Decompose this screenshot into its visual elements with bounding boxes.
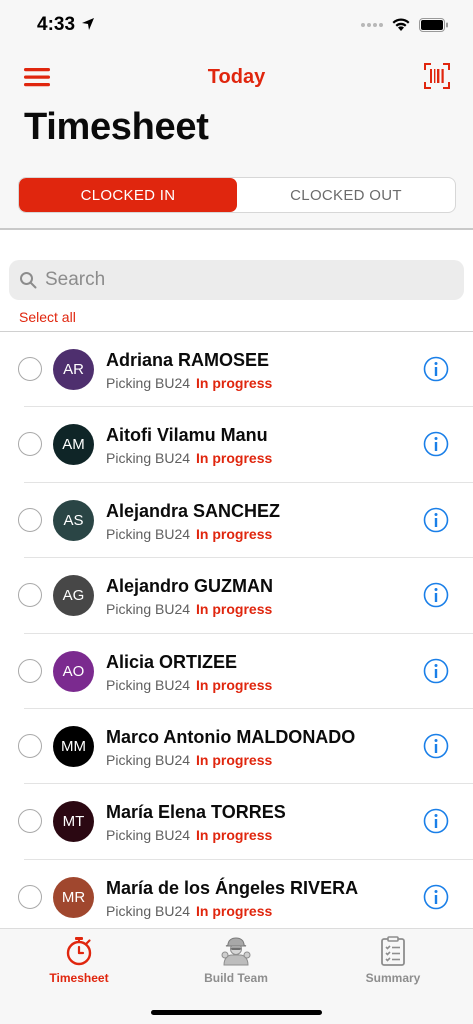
employee-status: In progress <box>196 450 273 467</box>
list-item[interactable]: AR Adriana RAMOSEE Picking BU24 In progre… <box>0 332 473 408</box>
avatar: AG <box>53 575 94 617</box>
avatar: AR <box>53 349 94 390</box>
employee-name: María Elena TORRES <box>106 802 286 823</box>
employee-name: Adriana RAMOSEE <box>106 350 270 370</box>
list-item[interactable]: AS Alejandra SANCHEZ Picking BU24 In prog… <box>0 483 473 559</box>
employee-subtitle: Picking BU24 In progress <box>106 601 272 617</box>
avatar: AM <box>53 424 94 466</box>
workers-icon <box>221 937 251 966</box>
select-radio[interactable] <box>18 583 42 608</box>
employee-list-panel: Search Select all AR Adriana RAMOSEE Pic… <box>0 230 473 928</box>
search-icon <box>20 272 37 289</box>
employee-task: Picking BU24 <box>106 902 191 919</box>
stopwatch-icon <box>66 937 92 966</box>
list-item[interactable]: MT María Elena TORRES Picking BU24 In pro… <box>0 784 473 861</box>
employee-status: In progress <box>196 827 273 844</box>
barcode-scan-icon[interactable] <box>423 62 451 90</box>
avatar: AO <box>53 650 94 692</box>
tab-label: Summary <box>365 971 421 985</box>
employee-name: Marco Antonio MALDONADO <box>106 726 356 747</box>
page-title: Timesheet <box>24 106 209 148</box>
select-radio[interactable] <box>18 733 42 758</box>
employee-task: Picking BU24 <box>106 525 191 542</box>
avatar: MR <box>53 876 94 918</box>
select-radio[interactable] <box>18 507 42 532</box>
segment-clocked-in[interactable]: CLOCKED IN <box>19 178 237 212</box>
home-indicator <box>151 1010 322 1015</box>
search-bar[interactable]: Search <box>9 260 464 300</box>
nav-title: Today <box>207 66 266 88</box>
employee-name: Aitofi Vilamu Manu <box>106 425 268 446</box>
wifi-icon <box>392 18 410 31</box>
employee-task: Picking BU24 <box>106 676 191 693</box>
info-icon[interactable] <box>423 658 449 684</box>
employee-task: Picking BU24 <box>106 827 191 844</box>
employee-subtitle: Picking BU24 In progress <box>106 677 272 693</box>
select-all-link[interactable]: Select all <box>19 309 76 325</box>
employee-status: In progress <box>196 751 273 768</box>
tab-bar: Timesheet Build Team Summary <box>0 928 473 1024</box>
employee-subtitle: Picking BU24 In progress <box>106 450 272 466</box>
select-radio[interactable] <box>18 357 42 381</box>
employee-status: In progress <box>196 676 273 693</box>
tab-build-team[interactable]: Build Team <box>176 935 296 985</box>
select-radio[interactable] <box>18 658 42 683</box>
employee-subtitle: Picking BU24 In progress <box>106 903 272 919</box>
list-item[interactable]: AM Aitofi Vilamu Manu Picking BU24 In pro… <box>0 407 473 484</box>
employee-status: In progress <box>196 525 273 542</box>
employee-task: Picking BU24 <box>106 450 191 467</box>
employee-status: In progress <box>196 375 273 391</box>
avatar: MT <box>53 801 94 843</box>
employee-list: AR Adriana RAMOSEE Picking BU24 In progre… <box>0 332 473 928</box>
search-input[interactable]: Search <box>45 269 105 291</box>
avatar: AS <box>53 499 94 541</box>
info-icon[interactable] <box>423 356 449 382</box>
select-radio[interactable] <box>18 809 42 834</box>
info-icon[interactable] <box>423 582 449 608</box>
status-time: 4:33 <box>37 14 76 35</box>
select-radio[interactable] <box>18 432 42 457</box>
tab-label: Timesheet <box>49 971 109 985</box>
list-item[interactable]: MR María de los Ángeles RIVERA Picking B… <box>0 860 473 928</box>
clock-status-segmented-control: CLOCKED IN CLOCKED OUT <box>18 177 456 213</box>
status-indicators <box>361 17 449 32</box>
tab-summary[interactable]: Summary <box>333 935 453 985</box>
list-item[interactable]: MM Marco Antonio MALDONADO Picking BU24 I… <box>0 709 473 785</box>
employee-name: Alejandra SANCHEZ <box>106 500 281 521</box>
employee-name: Alejandro GUZMAN <box>106 576 274 597</box>
location-arrow-icon <box>82 18 94 30</box>
employee-task: Picking BU24 <box>106 375 191 391</box>
employee-subtitle: Picking BU24 In progress <box>106 375 272 391</box>
tab-timesheet[interactable]: Timesheet <box>19 935 139 985</box>
employee-status: In progress <box>196 902 273 919</box>
nav-header: Today <box>0 58 473 96</box>
battery-icon <box>419 17 448 32</box>
cellular-signal-icon <box>361 22 383 27</box>
tab-label: Build Team <box>204 971 268 985</box>
employee-subtitle: Picking BU24 In progress <box>106 752 272 768</box>
status-bar: 4:33 <box>0 0 473 50</box>
select-radio[interactable] <box>18 884 42 909</box>
employee-task: Picking BU24 <box>106 751 191 768</box>
clipboard-checklist-icon <box>381 936 405 966</box>
employee-name: Alicia ORTIZEE <box>106 651 238 672</box>
segment-clocked-out[interactable]: CLOCKED OUT <box>237 178 455 212</box>
employee-status: In progress <box>196 601 273 618</box>
info-icon[interactable] <box>423 733 449 759</box>
employee-task: Picking BU24 <box>106 601 191 618</box>
employee-subtitle: Picking BU24 In progress <box>106 827 272 843</box>
avatar: MM <box>53 725 94 767</box>
info-icon[interactable] <box>423 884 449 910</box>
info-icon[interactable] <box>423 431 449 457</box>
list-item[interactable]: AO Alicia ORTIZEE Picking BU24 In progres… <box>0 634 473 710</box>
info-icon[interactable] <box>423 808 449 834</box>
list-item[interactable]: AG Alejandro GUZMAN Picking BU24 In progr… <box>0 558 473 634</box>
employee-name: María de los Ángeles RIVERA <box>106 877 359 898</box>
employee-subtitle: Picking BU24 In progress <box>106 526 272 542</box>
info-icon[interactable] <box>423 507 449 533</box>
